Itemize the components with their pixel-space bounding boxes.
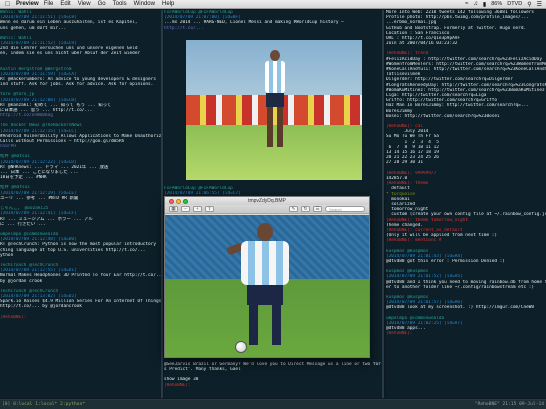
menu-window[interactable]: Window [134, 1, 155, 7]
notification-center-icon[interactable]: ☰ [537, 1, 542, 8]
preview-toolbar: ▦ − + ⇧ ✎ ↻ ☰ Search [165, 205, 369, 214]
preview-window[interactable]: tmpvZdyDq.BMP ▦ − + ⇧ ✎ ↻ ☰ Search [164, 196, 370, 358]
preview-image-canvas [165, 215, 369, 357]
terminal-line: custom (create your own config file at ~… [386, 212, 546, 218]
terminal-line: [RehoBNE]: [386, 331, 413, 337]
menu-go[interactable]: Go [98, 1, 106, 7]
menu-file[interactable]: File [44, 1, 54, 7]
close-button[interactable] [169, 198, 174, 204]
zoom-out-icon[interactable]: − [181, 206, 190, 212]
rotate-icon[interactable]: ↻ [301, 206, 310, 212]
tmux-windows[interactable]: [0] 0:local 1:local* 2:python* [2, 402, 85, 407]
terminal-line: Haz Man In BoresJimmy: http://twitter.co… [386, 103, 529, 109]
mid-pane-bottom-text: @SeeJarvis Brazil or Germany? We'd love … [164, 362, 382, 388]
terminal-line: [RehoBNE]: [0, 314, 27, 320]
terminal-line: er to another folder like ~/.config/rain… [386, 284, 535, 290]
terminal-line: http://t.co/... [164, 25, 204, 31]
tmux-status-bar: [0] 0:local 1:local* 2:python* "RehoBNE"… [0, 399, 546, 409]
football [235, 341, 247, 353]
preview-window-title: tmpvZdyDq.BMP [248, 198, 286, 204]
toolbox-icon[interactable]: ☰ [313, 206, 322, 212]
search-field[interactable]: Search [325, 206, 365, 212]
sidebar-toggle-icon[interactable]: ▦ [169, 206, 178, 212]
terminal-pane-left[interactable]: Wahli: Wahli [2014/07/09 21:11:51] [id=C8… [0, 10, 163, 398]
terminal-line: en, indem sie es uns nicht über Abluf de… [0, 51, 141, 57]
mid-pane-middle-text: FIFAWorldCup @FIFAWorldCup [2014/07/09 21… [164, 186, 382, 196]
edit-pen-icon[interactable]: ✎ [289, 206, 298, 212]
terminal-line: @dtvd88 look at my screenshot. :) http:/… [386, 305, 535, 311]
battery-percent: 86% [491, 1, 503, 7]
terminal-line: ind stuff. Ask for jobs. Ask for advice.… [0, 82, 154, 88]
player-figure-large [226, 223, 297, 349]
user-name[interactable]: DTVD [507, 1, 522, 7]
zoom-button[interactable] [183, 198, 188, 204]
player-figure [264, 50, 286, 150]
share-icon[interactable]: ⇧ [205, 206, 214, 212]
menu-help[interactable]: Help [162, 1, 174, 7]
terminal-line: RT @TechCrunch: Python is now the most p… [0, 242, 156, 248]
battery-icon[interactable]: ▮ [483, 1, 486, 8]
tmux-clock: "RehoBNE" 21:15 09-Jul-14 [474, 402, 544, 407]
menu-app-preview[interactable]: Preview [16, 1, 39, 7]
volume-icon[interactable]: ♫ [473, 1, 478, 7]
menu-tools[interactable]: Tools [113, 1, 127, 7]
zoom-in-icon[interactable]: + [193, 206, 202, 212]
terminal-line: Normal Makes Headphones 3D Printed To Yo… [0, 273, 161, 279]
menu-bar:  Preview File Edit View Go Tools Window… [0, 0, 546, 9]
mid-pane-top-text: FIFAWorldCup @FIFAWorldCup [2014/07/09 21… [164, 10, 382, 31]
menu-edit[interactable]: Edit [60, 1, 70, 7]
preview-titlebar[interactable]: tmpvZdyDq.BMP [165, 197, 369, 205]
apple-menu-icon[interactable]:  [3, 1, 12, 8]
terminal-line: [RehoBNE]: [164, 382, 191, 388]
terminal-line: @dtvd88 and I think you need to moving r… [386, 279, 546, 285]
menu-view[interactable]: View [78, 1, 91, 7]
terminal-line: ching language at top U.S. universities … [0, 247, 146, 253]
wifi-icon[interactable]: ≈ [465, 1, 468, 7]
search-icon[interactable]: ⚲ [527, 1, 531, 8]
menu-extras: ≈ ♫ ▮ 86% DTVD ⚲ ☰ [465, 1, 546, 8]
minimize-button[interactable] [176, 198, 181, 204]
terminal-line: Wenn es darum ein Leben auszuhalten, ist… [0, 20, 138, 26]
tweet-photo-image [186, 40, 362, 180]
terminal-pane-right[interactable]: More Into Web: 2210 tweets 142 following… [386, 10, 546, 398]
